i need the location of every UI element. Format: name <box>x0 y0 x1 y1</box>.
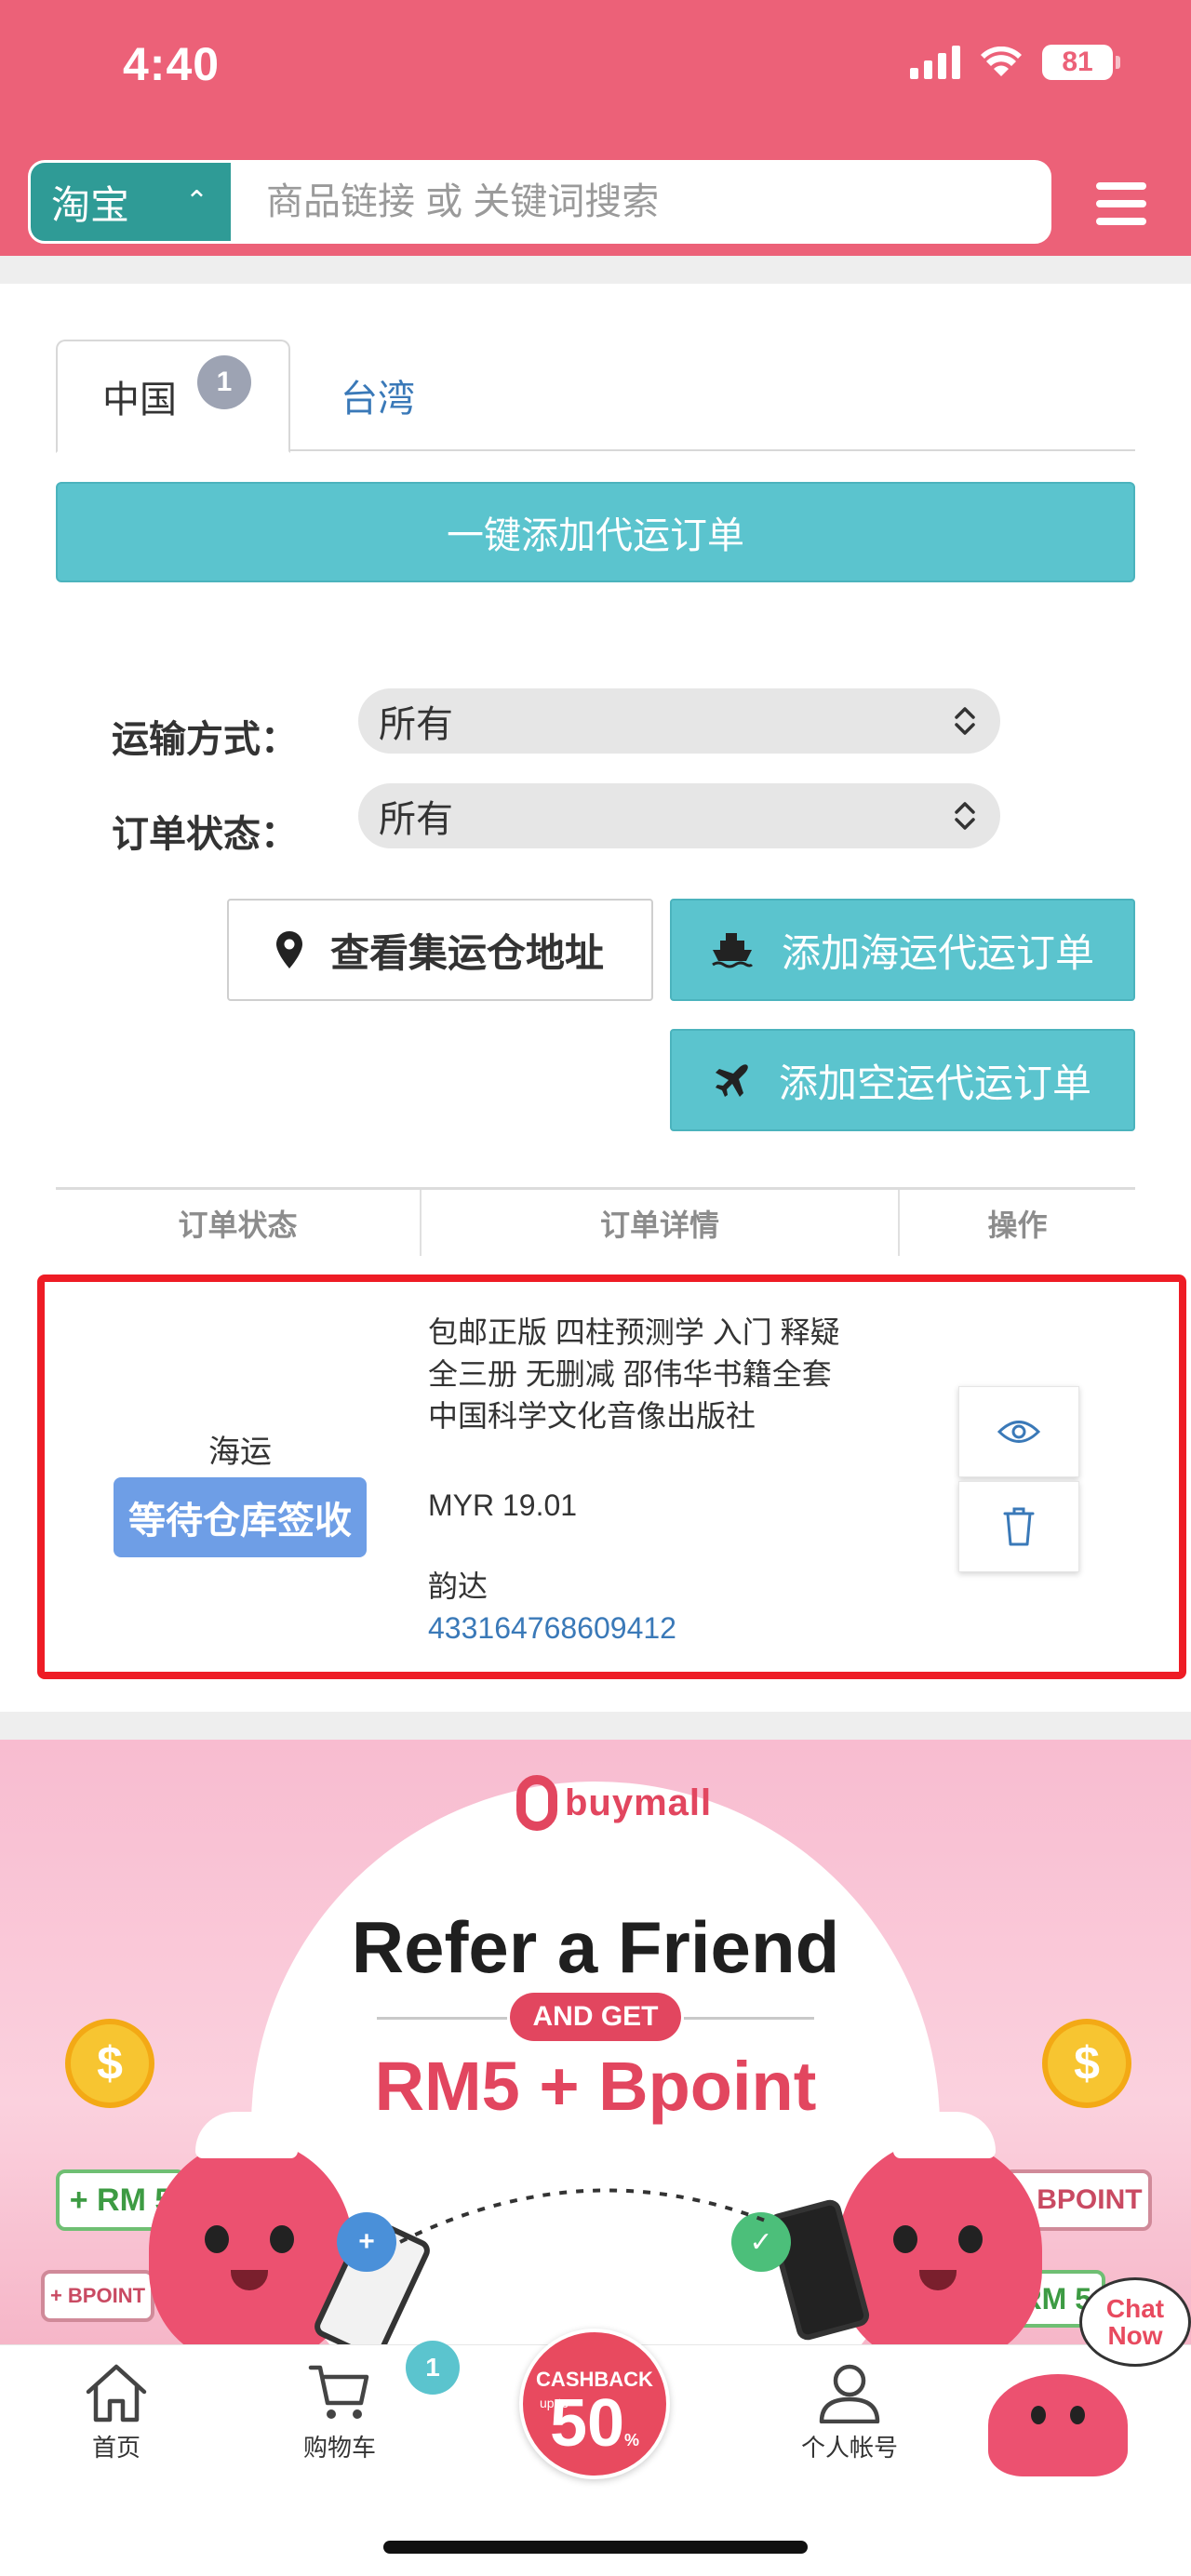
site-select-label: 淘宝 <box>51 182 130 227</box>
table-row: 海运 等待仓库签收 包邮正版 四柱预测学 入门 释疑 全三册 无删减 邵伟华书籍… <box>37 1275 1186 1679</box>
chat-mascot-icon[interactable] <box>988 2374 1128 2476</box>
top-header: 4:40 81 淘宝 ⌃ <box>0 0 1191 256</box>
mascot-eye <box>1031 2406 1046 2424</box>
nav-cart-label: 购物车 <box>302 2434 376 2462</box>
column-header-actions: 操作 <box>987 1208 1048 1242</box>
divider <box>0 256 1191 284</box>
add-air-order-button[interactable]: 添加空运代运订单 <box>670 1029 1135 1131</box>
add-sea-order-label: 添加海运代运订单 <box>781 930 1094 975</box>
cashback-unit: % <box>624 2431 640 2449</box>
shipping-method-label: 运输方式： <box>112 719 298 760</box>
one-click-add-order-button[interactable]: 一键添加代运订单 <box>56 482 1135 582</box>
tab-label: 台湾 <box>341 379 415 420</box>
divider <box>0 1712 1191 1740</box>
tab-count-badge: 1 <box>197 355 251 409</box>
order-item-title: 包邮正版 四柱预测学 入门 释疑 全三册 无删减 邵伟华书籍全套 中国科学文化音… <box>428 1315 840 1433</box>
add-friend-icon: + <box>337 2212 396 2272</box>
tab-label: 中国 <box>102 380 177 420</box>
chevron-updown-icon <box>954 800 976 832</box>
divider-line <box>377 2017 507 2020</box>
cart-icon <box>308 2365 369 2419</box>
shipping-method: 海运 <box>208 1435 272 1470</box>
nav-home[interactable]: 首页 <box>47 2345 186 2476</box>
map-pin-icon <box>275 931 302 968</box>
tab-china[interactable]: 中国 1 <box>56 340 290 453</box>
user-icon <box>819 2364 880 2423</box>
cellular-signal-icon <box>910 46 960 79</box>
home-indicator <box>383 2541 808 2554</box>
trash-icon <box>1003 1507 1035 1546</box>
order-price: MYR 19.01 <box>428 1488 578 1522</box>
column-header-details: 订单详情 <box>422 1190 900 1256</box>
site-select[interactable]: 淘宝 ⌃ <box>31 163 231 241</box>
buymall-logo-mark <box>516 1775 557 1831</box>
tab-taiwan[interactable]: 台湾 <box>341 340 415 451</box>
dashed-arc-decoration <box>399 2188 773 2244</box>
bpoint-tag: + BPOINT <box>41 2270 154 2322</box>
home-icon <box>86 2364 147 2423</box>
mascot-mouth <box>919 2270 957 2290</box>
chat-now-line2: Now <box>1107 2321 1163 2350</box>
shipping-method-select[interactable]: 所有 <box>358 688 1000 754</box>
status-icons: 81 <box>910 45 1120 80</box>
cart-count-badge: 1 <box>406 2341 460 2395</box>
view-order-button[interactable] <box>958 1386 1079 1477</box>
chevron-updown-icon: ⌃ <box>184 186 208 217</box>
and-get-pill: AND GET <box>510 1993 681 2041</box>
cashback-number: 50 <box>549 2386 625 2461</box>
search-bar: 淘宝 ⌃ <box>28 160 1051 244</box>
banner-title: Refer a Friend <box>351 1906 840 1988</box>
mascot-mouth <box>231 2270 268 2290</box>
cashback-button[interactable]: CASHBACK up to 50% <box>519 2329 670 2479</box>
order-status-value: 所有 <box>379 799 453 840</box>
orders-table-header: 订单状态 订单详情 操作 <box>56 1187 1135 1256</box>
courier-name: 韵达 <box>428 1569 488 1603</box>
mascot-eye <box>1070 2406 1085 2424</box>
mascot-eye <box>205 2225 229 2253</box>
battery-indicator: 81 <box>1042 45 1120 80</box>
order-status-label: 订单状态： <box>112 814 298 855</box>
nav-home-label: 首页 <box>91 2434 141 2462</box>
search-input[interactable] <box>231 163 1049 241</box>
order-status-select[interactable]: 所有 <box>358 783 1000 848</box>
banner-reward: RM5 + Bpoint <box>374 2048 817 2125</box>
mascot-eye <box>893 2225 917 2253</box>
chat-now-line1: Chat <box>1105 2293 1165 2323</box>
buymall-logo: buymall <box>516 1775 712 1831</box>
tracking-number-link[interactable]: 433164768609412 <box>428 1608 676 1649</box>
status-time: 4:40 <box>123 38 221 90</box>
shipping-method-value: 所有 <box>379 704 453 745</box>
add-sea-order-button[interactable]: 添加海运代运订单 <box>670 899 1135 1001</box>
buymall-logo-text: buymall <box>565 1782 713 1823</box>
menu-icon[interactable] <box>1096 182 1146 225</box>
ship-icon <box>712 933 754 968</box>
view-warehouse-address-button[interactable]: 查看集运仓地址 <box>227 899 653 1001</box>
status-badge: 等待仓库签收 <box>114 1477 367 1557</box>
column-header-status: 订单状态 <box>56 1190 422 1256</box>
nav-account-label: 个人帐号 <box>800 2434 898 2462</box>
referral-banner[interactable]: buymall Refer a Friend AND GET RM5 + Bpo… <box>0 1740 1191 2344</box>
cashback-value: 50% <box>523 2390 666 2457</box>
airplane-icon <box>715 1064 748 1097</box>
mascot-eye <box>958 2225 983 2253</box>
chevron-updown-icon <box>954 705 976 737</box>
add-air-order-label: 添加空运代运订单 <box>778 1061 1091 1105</box>
nav-cart[interactable]: 购物车 <box>270 2345 409 2476</box>
coin-icon: $ <box>65 2019 154 2108</box>
mascot-eye <box>270 2225 294 2253</box>
nav-account[interactable]: 个人帐号 <box>780 2345 919 2476</box>
divider-line <box>684 2017 814 2020</box>
eye-icon <box>997 1421 1040 1443</box>
region-tabs: 中国 1 台湾 <box>56 340 1135 453</box>
delete-order-button[interactable] <box>958 1481 1079 1572</box>
coin-icon: $ <box>1042 2019 1131 2108</box>
wifi-icon <box>981 47 1022 76</box>
view-warehouse-address-label: 查看集运仓地址 <box>329 930 604 975</box>
chat-now-button[interactable]: Chat Now <box>1079 2277 1191 2367</box>
